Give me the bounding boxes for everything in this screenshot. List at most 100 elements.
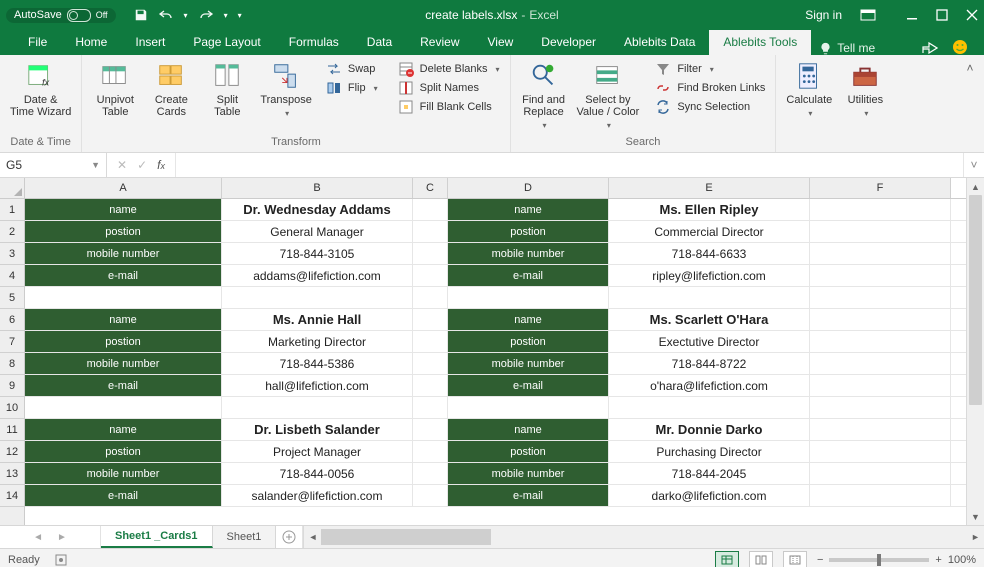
- cell[interactable]: [413, 463, 448, 484]
- cell[interactable]: Dr. Lisbeth Salander: [222, 419, 413, 440]
- row-header[interactable]: 13: [0, 463, 24, 485]
- cell[interactable]: name: [25, 309, 222, 330]
- save-icon[interactable]: [134, 8, 148, 22]
- cell[interactable]: Ms. Annie Hall: [222, 309, 413, 330]
- cell[interactable]: e-mail: [25, 375, 222, 396]
- cell[interactable]: [810, 441, 951, 462]
- column-header[interactable]: E: [609, 178, 810, 198]
- cell[interactable]: [25, 397, 222, 418]
- row-header[interactable]: 11: [0, 419, 24, 441]
- utilities-button[interactable]: Utilities▾: [842, 59, 888, 118]
- formula-input[interactable]: [176, 153, 963, 177]
- zoom-control[interactable]: − + 100%: [817, 554, 976, 566]
- cell[interactable]: General Manager: [222, 221, 413, 242]
- cell[interactable]: 718-844-0056: [222, 463, 413, 484]
- tab-home[interactable]: Home: [61, 30, 121, 55]
- scroll-right-icon[interactable]: ►: [967, 532, 984, 542]
- cell[interactable]: [810, 375, 951, 396]
- cell[interactable]: [810, 419, 951, 440]
- row-header[interactable]: 2: [0, 221, 24, 243]
- cell[interactable]: postion: [448, 441, 609, 462]
- cell[interactable]: e-mail: [25, 265, 222, 286]
- cell[interactable]: [413, 265, 448, 286]
- autosave-toggle[interactable]: AutoSave Off: [6, 8, 116, 23]
- cell[interactable]: [413, 221, 448, 242]
- signin-link[interactable]: Sign in: [805, 8, 842, 22]
- cell[interactable]: [810, 309, 951, 330]
- tab-ablebits-tools[interactable]: Ablebits Tools: [709, 30, 811, 55]
- fill-blank-cells-button[interactable]: Fill Blank Cells: [398, 99, 500, 115]
- tab-view[interactable]: View: [474, 30, 528, 55]
- split-table-button[interactable]: Split Table: [204, 59, 250, 118]
- row-header[interactable]: 9: [0, 375, 24, 397]
- cell[interactable]: [25, 287, 222, 308]
- undo-icon[interactable]: [158, 8, 174, 22]
- zoom-in-button[interactable]: +: [935, 554, 941, 566]
- cell[interactable]: Purchasing Director: [609, 441, 810, 462]
- column-header[interactable]: F: [810, 178, 951, 198]
- cell[interactable]: name: [25, 199, 222, 220]
- cell[interactable]: postion: [25, 331, 222, 352]
- scroll-thumb[interactable]: [321, 529, 491, 545]
- share-icon[interactable]: [922, 40, 938, 54]
- cell[interactable]: [222, 397, 413, 418]
- cell[interactable]: [810, 331, 951, 352]
- cell[interactable]: [810, 287, 951, 308]
- cell[interactable]: [413, 287, 448, 308]
- row-header[interactable]: 12: [0, 441, 24, 463]
- cell[interactable]: [810, 199, 951, 220]
- cell[interactable]: Exectutive Director: [609, 331, 810, 352]
- find-replace-button[interactable]: Find and Replace▾: [521, 59, 567, 130]
- cell[interactable]: [413, 397, 448, 418]
- transpose-button[interactable]: Transpose ▾: [260, 59, 312, 118]
- cell[interactable]: Project Manager: [222, 441, 413, 462]
- cell[interactable]: [448, 397, 609, 418]
- cell[interactable]: [413, 485, 448, 506]
- cell[interactable]: darko@lifefiction.com: [609, 485, 810, 506]
- column-header[interactable]: C: [413, 178, 448, 198]
- cell[interactable]: addams@lifefiction.com: [222, 265, 413, 286]
- cell[interactable]: 718-844-6633: [609, 243, 810, 264]
- cell[interactable]: [413, 353, 448, 374]
- filter-button[interactable]: Filter▾: [655, 61, 765, 77]
- cell[interactable]: e-mail: [448, 375, 609, 396]
- cell[interactable]: [413, 243, 448, 264]
- row-header[interactable]: 5: [0, 287, 24, 309]
- column-header[interactable]: B: [222, 178, 413, 198]
- cell[interactable]: 718-844-8722: [609, 353, 810, 374]
- expand-formula-bar-icon[interactable]: ˅: [963, 153, 984, 177]
- zoom-slider[interactable]: [829, 558, 929, 562]
- row-header[interactable]: 8: [0, 353, 24, 375]
- customize-qat-icon[interactable]: ▾: [238, 11, 242, 20]
- cell[interactable]: postion: [25, 221, 222, 242]
- cell[interactable]: e-mail: [448, 265, 609, 286]
- tab-developer[interactable]: Developer: [527, 30, 610, 55]
- select-by-value-button[interactable]: Select by Value / Color▾: [577, 59, 640, 130]
- tab-review[interactable]: Review: [406, 30, 473, 55]
- maximize-icon[interactable]: [936, 9, 948, 21]
- cell[interactable]: name: [25, 419, 222, 440]
- cell[interactable]: [810, 485, 951, 506]
- cell[interactable]: mobile number: [25, 243, 222, 264]
- cell[interactable]: [448, 287, 609, 308]
- cell[interactable]: Ms. Ellen Ripley: [609, 199, 810, 220]
- cell[interactable]: [413, 331, 448, 352]
- cell[interactable]: [413, 419, 448, 440]
- ribbon-display-icon[interactable]: [860, 9, 876, 21]
- column-header[interactable]: D: [448, 178, 609, 198]
- sheet-nav[interactable]: ◄►: [0, 526, 101, 548]
- cell[interactable]: name: [448, 199, 609, 220]
- new-sheet-button[interactable]: [276, 526, 303, 548]
- find-broken-links-button[interactable]: Find Broken Links: [655, 80, 765, 96]
- tell-me[interactable]: Tell me: [819, 41, 875, 55]
- row-header[interactable]: 3: [0, 243, 24, 265]
- name-box[interactable]: G5▼: [0, 153, 107, 177]
- cell[interactable]: [222, 287, 413, 308]
- cell[interactable]: Ms. Scarlett O'Hara: [609, 309, 810, 330]
- cell[interactable]: mobile number: [25, 353, 222, 374]
- cell[interactable]: Mr. Donnie Darko: [609, 419, 810, 440]
- cancel-formula-icon[interactable]: ✕: [117, 158, 127, 172]
- zoom-out-button[interactable]: −: [817, 554, 823, 566]
- tab-data[interactable]: Data: [353, 30, 406, 55]
- cell[interactable]: e-mail: [25, 485, 222, 506]
